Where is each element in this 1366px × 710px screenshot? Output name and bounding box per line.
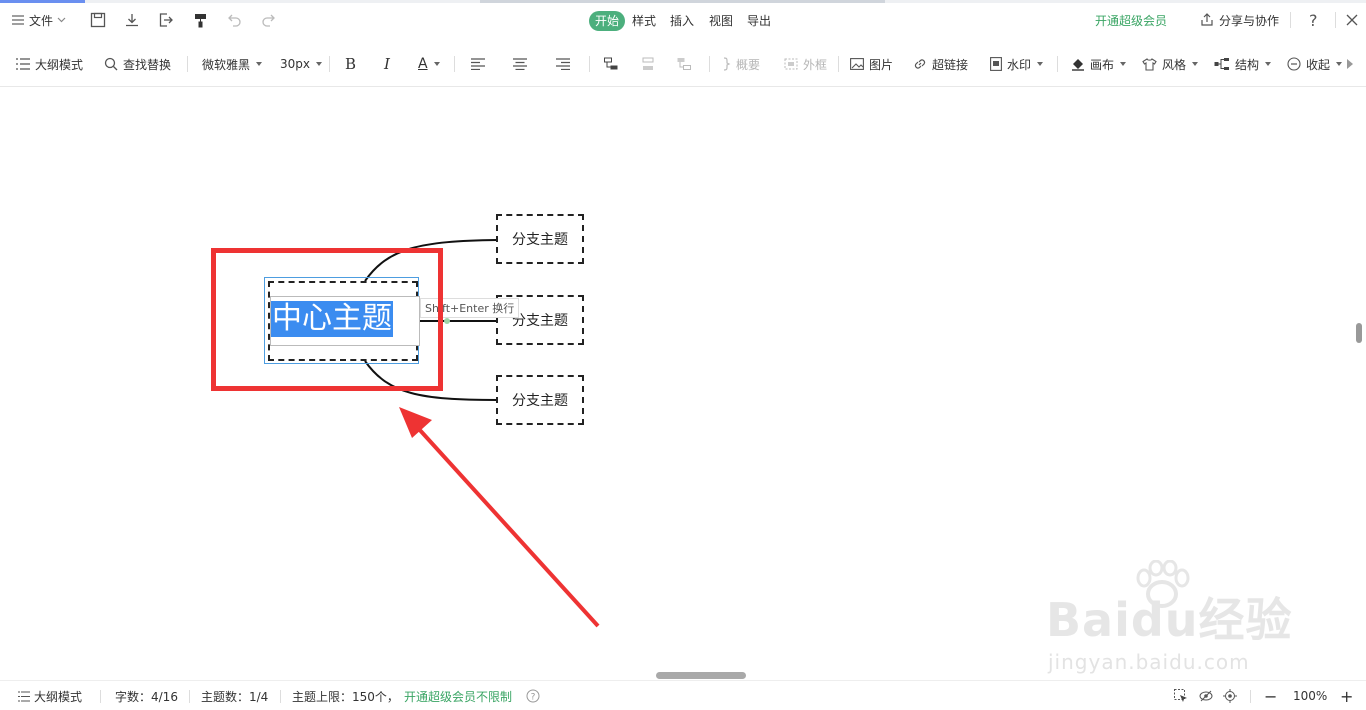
divider: [1250, 690, 1251, 703]
visibility-icon[interactable]: [1199, 681, 1213, 710]
divider: [100, 690, 101, 703]
zoom-in-button[interactable]: +: [1340, 681, 1353, 710]
vertical-scrollbar[interactable]: [1356, 323, 1362, 343]
divider: [189, 690, 190, 703]
svg-text:?: ?: [531, 693, 536, 703]
topic-count: 主题数：1/4: [201, 689, 269, 704]
baidu-watermark: Baidu经验 jingyan.baidu.com: [1040, 560, 1300, 680]
status-outline-label: 大纲模式: [34, 689, 83, 704]
zoom-out-button[interactable]: −: [1264, 681, 1277, 710]
horizontal-scrollbar[interactable]: [656, 672, 746, 679]
topic-limit: 主题上限：150个，: [292, 689, 399, 704]
word-count: 字数：4/16: [115, 689, 178, 704]
vip-unlimited-link[interactable]: 开通超级会员不限制: [404, 681, 512, 710]
watermark-brand: Baidu经验: [1046, 593, 1293, 647]
watermark-url: jingyan.baidu.com: [1048, 650, 1250, 674]
divider: [280, 690, 281, 703]
help-circle-icon[interactable]: ?: [526, 681, 540, 710]
zoom-level[interactable]: 100%: [1293, 681, 1327, 710]
outline-icon: [18, 690, 30, 702]
status-outline-mode[interactable]: 大纲模式: [18, 681, 82, 710]
locate-icon[interactable]: [1223, 681, 1237, 710]
statusbar: 大纲模式 字数：4/16 主题数：1/4 主题上限：150个， 开通超级会员不限…: [0, 680, 1366, 710]
select-mode-icon[interactable]: [1174, 681, 1188, 710]
